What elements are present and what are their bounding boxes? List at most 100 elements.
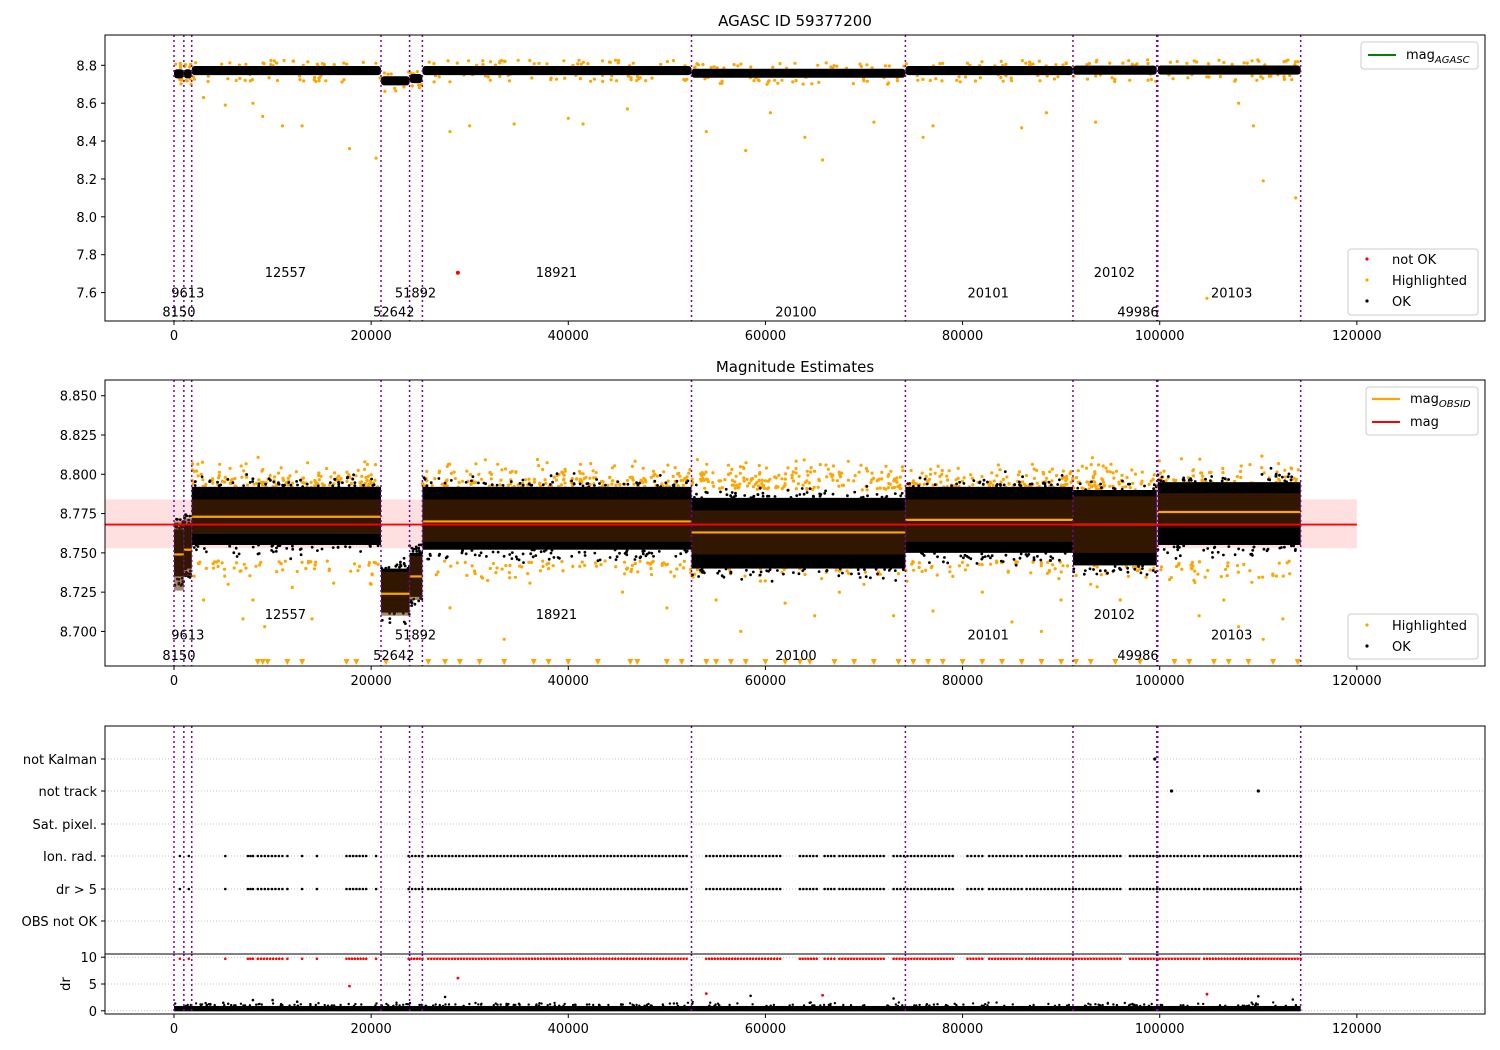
ok-point bbox=[841, 571, 844, 575]
clipped-marker bbox=[565, 659, 572, 665]
flag-point bbox=[1032, 887, 1036, 891]
dr-high-point bbox=[921, 957, 925, 961]
flag-point bbox=[637, 854, 640, 858]
x-tick-label: 60000 bbox=[745, 1022, 786, 1037]
highlighted-point bbox=[1235, 475, 1239, 479]
flag-point bbox=[471, 887, 475, 891]
y-tick-label: 8.825 bbox=[60, 429, 97, 444]
highlighted-point bbox=[591, 469, 595, 473]
obsid-label: 8150 bbox=[162, 306, 195, 321]
dr-high-point bbox=[1229, 957, 1232, 961]
highlighted-point bbox=[369, 473, 373, 477]
dr-high-point bbox=[477, 957, 481, 961]
flag-point bbox=[1145, 887, 1149, 891]
flag-point bbox=[523, 887, 526, 891]
highlighted-point bbox=[738, 482, 742, 486]
highlighted-point bbox=[543, 478, 547, 482]
ok-point bbox=[1283, 545, 1286, 549]
dr-point bbox=[892, 997, 895, 1000]
dr-high-point bbox=[1143, 957, 1147, 961]
highlighted-point bbox=[948, 565, 952, 569]
flag-point bbox=[875, 887, 879, 891]
dr-point bbox=[535, 1003, 538, 1006]
ok-point bbox=[529, 552, 533, 556]
highlighted-point bbox=[393, 86, 397, 90]
highlighted-point bbox=[1233, 79, 1237, 83]
dr-point bbox=[1028, 1004, 1032, 1008]
flag-point bbox=[540, 854, 544, 858]
dr-high-point bbox=[1116, 957, 1119, 961]
highlighted-point bbox=[820, 577, 824, 581]
ok-point bbox=[331, 546, 335, 549]
flag-point bbox=[1128, 887, 1132, 891]
ok-point bbox=[812, 494, 815, 498]
highlighted-point bbox=[1245, 61, 1249, 65]
highlighted-point bbox=[641, 480, 645, 484]
flag-point bbox=[637, 887, 640, 891]
ok-point bbox=[1088, 567, 1092, 571]
highlighted-point bbox=[1206, 568, 1210, 573]
highlighted-point bbox=[1135, 569, 1140, 573]
dr-high-point bbox=[1025, 957, 1028, 961]
ok-point bbox=[825, 569, 829, 572]
highlighted-point bbox=[966, 563, 970, 567]
ok-points-strip bbox=[1157, 65, 1301, 75]
highlighted-point bbox=[632, 482, 636, 486]
highlighted-point bbox=[649, 573, 654, 577]
flag-point bbox=[358, 887, 361, 891]
highlighted-point bbox=[803, 572, 807, 577]
ok-point bbox=[257, 484, 261, 488]
dr-high-point bbox=[951, 957, 954, 961]
highlighted-point bbox=[315, 62, 319, 66]
highlighted-point bbox=[1064, 61, 1068, 65]
dr-high-point bbox=[259, 957, 263, 961]
dr-point bbox=[628, 1002, 632, 1005]
highlighted-point bbox=[1235, 564, 1240, 568]
ok-point bbox=[532, 548, 536, 552]
flag-point bbox=[489, 854, 492, 858]
flag-point bbox=[458, 887, 461, 891]
ok-point bbox=[417, 543, 421, 547]
dr-high-point bbox=[596, 957, 599, 961]
flag-point bbox=[582, 887, 585, 891]
dr-point bbox=[517, 1002, 521, 1006]
dr-point bbox=[1197, 1002, 1200, 1005]
dr-high-point bbox=[704, 992, 708, 995]
ok-points-strip bbox=[381, 76, 410, 86]
ok-point bbox=[1098, 569, 1102, 573]
flag-point bbox=[678, 887, 681, 891]
dr-high-point bbox=[1051, 957, 1054, 961]
highlighted-point bbox=[310, 617, 314, 621]
ok-point bbox=[376, 544, 380, 548]
flag-point bbox=[733, 854, 736, 858]
flag-point bbox=[844, 887, 848, 891]
dr-high-point bbox=[1063, 957, 1066, 961]
ok-point bbox=[981, 482, 985, 486]
flag-point bbox=[495, 854, 499, 858]
flag-point bbox=[808, 854, 812, 858]
highlighted-point bbox=[641, 466, 645, 470]
highlighted-point bbox=[532, 477, 537, 481]
x-tick-label: 80000 bbox=[942, 329, 983, 344]
highlighted-point bbox=[507, 79, 511, 83]
flag-point bbox=[1057, 854, 1060, 858]
dr-point bbox=[647, 1002, 650, 1006]
ok-point bbox=[1032, 558, 1036, 562]
ok-point bbox=[1001, 560, 1005, 563]
flag-point bbox=[260, 854, 263, 858]
flag-category-label: OBS not OK bbox=[22, 915, 98, 930]
obsid-label: 18921 bbox=[536, 608, 577, 623]
highlighted-point bbox=[179, 82, 183, 86]
highlighted-point bbox=[831, 464, 836, 468]
ok-point bbox=[824, 489, 827, 493]
clipped-marker bbox=[1294, 659, 1301, 665]
highlighted-point bbox=[1110, 76, 1114, 80]
flag-point bbox=[277, 854, 281, 858]
highlighted-point bbox=[220, 561, 224, 565]
flag-point bbox=[705, 854, 708, 858]
dr-point bbox=[546, 1004, 549, 1007]
flag-point bbox=[826, 854, 830, 858]
clipped-marker bbox=[1087, 659, 1094, 665]
ok-point bbox=[635, 481, 638, 484]
highlighted-point bbox=[600, 59, 605, 63]
